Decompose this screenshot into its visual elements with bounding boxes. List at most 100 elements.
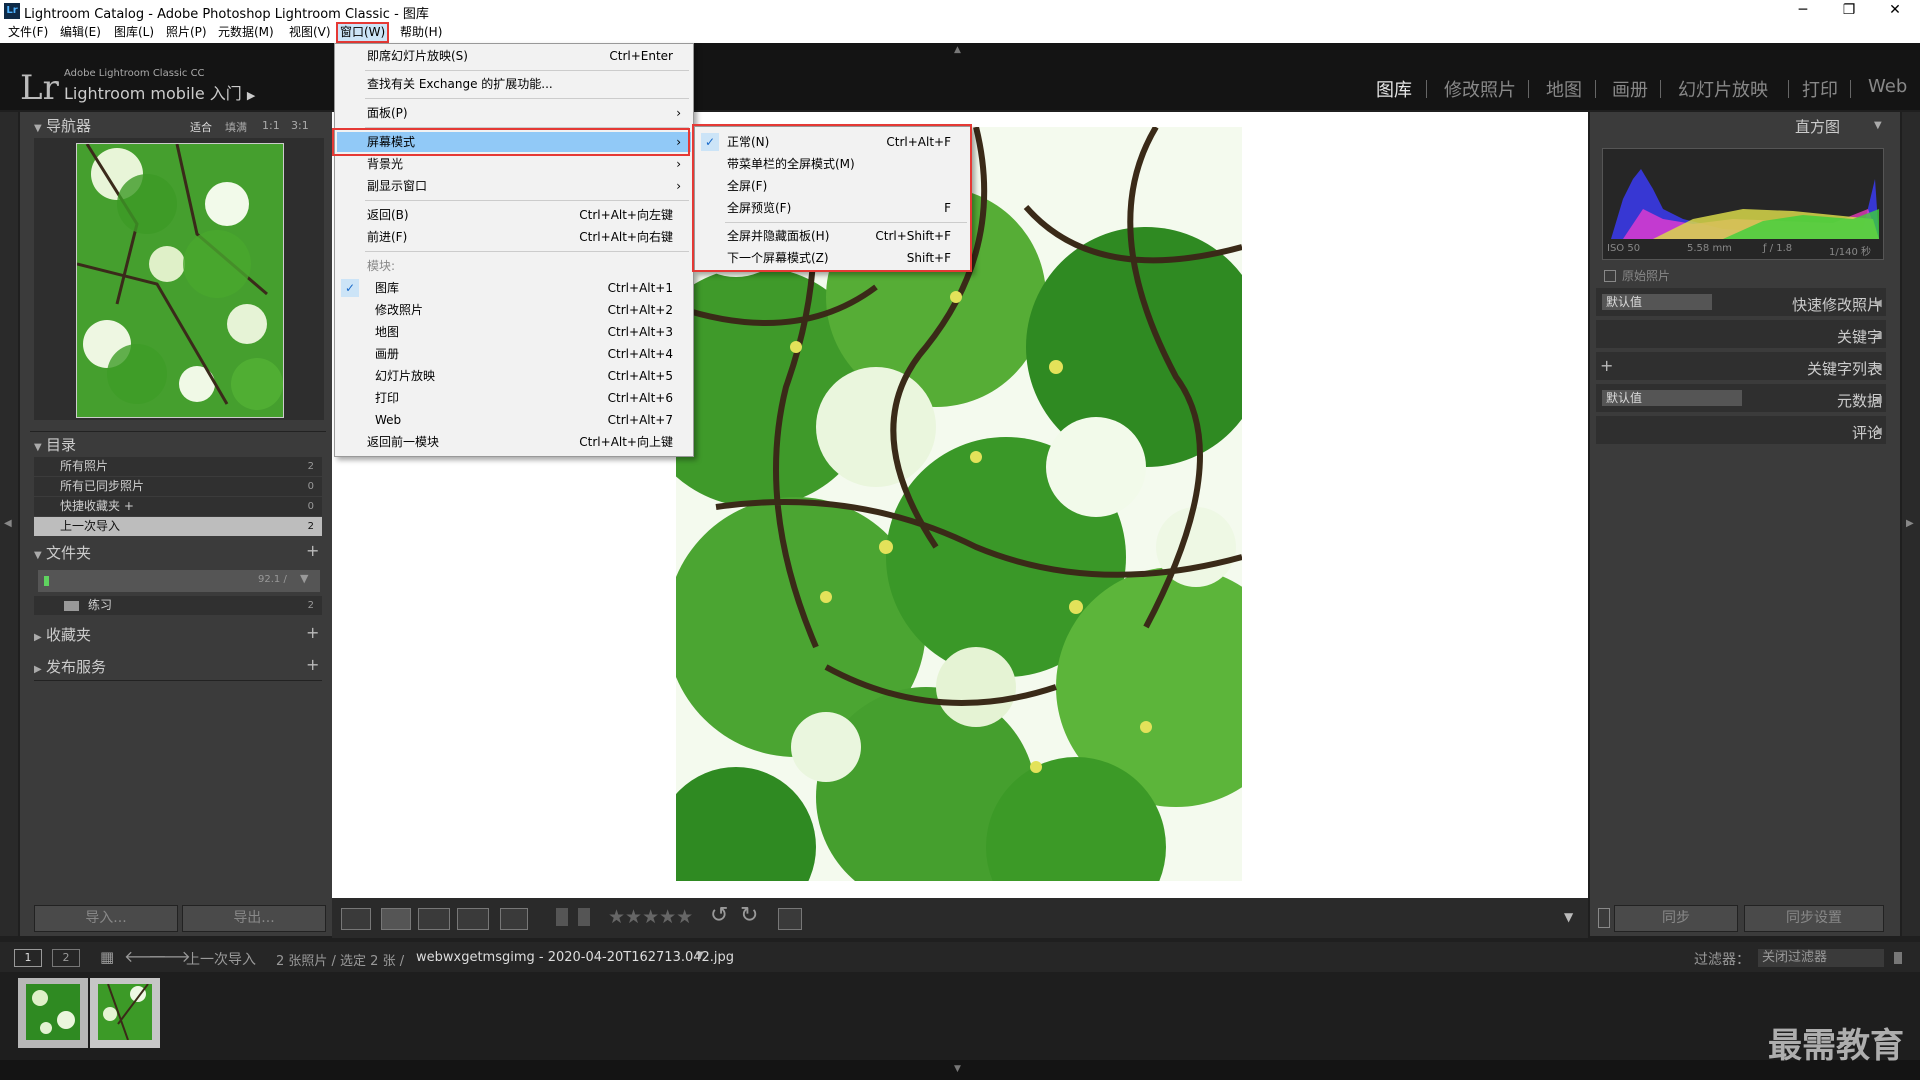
filmstrip-source[interactable]: 上一次导入 (186, 949, 256, 969)
keyword-list-toggle-icon[interactable]: ◀ (1874, 362, 1882, 373)
add-publish-icon[interactable]: + (306, 655, 319, 674)
menu-library[interactable]: 图库(L) (112, 24, 156, 41)
sync-button[interactable]: 同步 (1614, 905, 1738, 932)
menu-item-lights-out[interactable]: 背景光 › (337, 154, 691, 174)
menu-item-module-develop[interactable]: 修改照片 Ctrl+Alt+2 (337, 300, 691, 320)
catalog-row-previous-import[interactable]: 上一次导入 2 (34, 517, 322, 536)
menu-item-module-print[interactable]: 打印 Ctrl+Alt+6 (337, 388, 691, 408)
keyword-list-title[interactable]: 关键字列表 (1807, 358, 1882, 379)
quick-develop-toggle-icon[interactable]: ◀ (1874, 298, 1882, 309)
menu-file[interactable]: 文件(F) (6, 24, 50, 41)
keywording-toggle-icon[interactable]: ◀ (1874, 330, 1882, 341)
grid-icon[interactable]: ▦ (100, 948, 114, 966)
add-folder-icon[interactable]: + (306, 541, 319, 560)
metadata-toggle-icon[interactable]: ◀ (1874, 394, 1882, 405)
minimize-button[interactable]: ─ (1780, 0, 1826, 22)
module-print[interactable]: 打印 (1802, 76, 1838, 102)
nav-fill[interactable]: 填满 (225, 119, 247, 135)
module-slideshow[interactable]: 幻灯片放映 (1678, 76, 1768, 102)
people-view-icon[interactable] (500, 908, 528, 930)
import-button[interactable]: 导入... (34, 905, 178, 932)
sync-settings-button[interactable]: 同步设置 (1744, 905, 1884, 932)
module-library[interactable]: 图库 (1376, 76, 1412, 102)
flag-icon[interactable] (556, 908, 568, 926)
forward-arrow-icon[interactable]: 🡒 (148, 946, 191, 966)
histogram-graph[interactable]: ISO 50 5.58 mm ƒ / 1.8 1/140 秒 (1602, 148, 1884, 260)
metadata-preset[interactable]: 默认值 (1602, 390, 1742, 406)
module-develop[interactable]: 修改照片 (1444, 76, 1516, 102)
catalog-row-synced[interactable]: 所有已同步照片 0 (34, 477, 322, 496)
filmstrip-filename[interactable]: webwxgetmsgimg - 2020-04-20T162713.042.j… (416, 950, 734, 965)
menu-item-impromptu-slideshow[interactable]: 即席幻灯片放映(S) Ctrl+Enter (337, 46, 691, 66)
folders-header[interactable]: ▼ 文件夹 (34, 542, 91, 564)
navigator-preview[interactable] (76, 143, 284, 418)
grid-view-icon[interactable] (341, 908, 371, 930)
folder-row-practice[interactable]: 练习 2 (34, 596, 322, 615)
filter-lock-icon[interactable] (1894, 952, 1902, 964)
filter-dropdown[interactable]: 关闭过滤器 (1758, 949, 1884, 967)
menu-item-exchange[interactable]: 查找有关 Exchange 的扩展功能... (337, 74, 691, 94)
sync-toggle-switch[interactable] (1598, 908, 1610, 928)
menu-item-module-library[interactable]: ✓ 图库 Ctrl+Alt+1 (337, 278, 691, 298)
catalog-header[interactable]: ▼ 目录 (34, 434, 76, 456)
menu-photo[interactable]: 照片(P) (164, 24, 209, 41)
module-map[interactable]: 地图 (1546, 76, 1582, 102)
menu-edit[interactable]: 编辑(E) (58, 24, 103, 41)
reject-flag-icon[interactable] (578, 908, 590, 926)
nav-fit[interactable]: 适合 (190, 119, 212, 135)
catalog-row-all-photos[interactable]: 所有照片 2 (34, 457, 322, 476)
filename-menu-icon[interactable]: ▼ (696, 950, 704, 961)
add-collection-icon[interactable]: + (306, 623, 319, 642)
navigator-header[interactable]: ▼ 导航器 (34, 115, 91, 137)
filmstrip-thumb-1[interactable] (18, 978, 88, 1048)
collapse-top-icon[interactable]: ▲ (954, 45, 961, 55)
collections-header[interactable]: ▶ 收藏夹 (34, 624, 91, 646)
filmstrip-thumb-2[interactable] (90, 978, 160, 1048)
volume-menu-icon[interactable]: ▼ (300, 572, 308, 585)
comments-toggle-icon[interactable]: ◀ (1874, 426, 1882, 437)
menu-item-module-slideshow[interactable]: 幻灯片放映 Ctrl+Alt+5 (337, 366, 691, 386)
collapse-bottom-icon[interactable]: ▼ (954, 1064, 961, 1074)
mobile-link[interactable]: Lightroom mobile 入门 ▶ (64, 80, 255, 104)
star-rating[interactable]: ★★★★★ (608, 906, 693, 928)
original-photo-checkbox[interactable] (1604, 270, 1616, 282)
compare-view-icon[interactable] (418, 908, 450, 930)
rotate-right-icon[interactable]: ↻ (740, 903, 758, 928)
export-button[interactable]: 导出... (182, 905, 326, 932)
nav-3to1[interactable]: 3:1 (291, 119, 309, 132)
menu-item-forward[interactable]: 前进(F) Ctrl+Alt+向右键 (337, 227, 691, 247)
quick-develop-title[interactable]: 快速修改照片 (1792, 294, 1882, 315)
menu-item-module-web[interactable]: Web Ctrl+Alt+7 (337, 410, 691, 430)
collapse-left-icon[interactable]: ◀ (4, 518, 12, 529)
histogram-toggle-icon[interactable]: ▼ (1874, 120, 1882, 131)
volume-bar[interactable]: 92.1 / ▼ (38, 570, 320, 592)
publish-header[interactable]: ▶ 发布服务 (34, 656, 106, 678)
menu-item-module-book[interactable]: 画册 Ctrl+Alt+4 (337, 344, 691, 364)
menu-item-panels[interactable]: 面板(P) › (337, 103, 691, 123)
survey-view-icon[interactable] (457, 908, 489, 930)
close-button[interactable]: ✕ (1872, 0, 1918, 22)
menu-item-back[interactable]: 返回(B) Ctrl+Alt+向左键 (337, 205, 691, 225)
maximize-button[interactable]: ❐ (1826, 0, 1872, 22)
menu-window[interactable]: 窗口(W) (335, 22, 390, 43)
menu-item-module-map[interactable]: 地图 Ctrl+Alt+3 (337, 322, 691, 342)
nav-1to1[interactable]: 1:1 (262, 119, 280, 132)
collapse-right-icon[interactable]: ▶ (1906, 518, 1914, 529)
toolbar-menu-icon[interactable]: ▼ (1564, 910, 1573, 924)
histogram-title[interactable]: 直方图 (1795, 116, 1840, 137)
comments-row[interactable] (1596, 416, 1886, 444)
secondary-display-button[interactable]: 2 (52, 949, 80, 967)
module-book[interactable]: 画册 (1612, 76, 1648, 102)
catalog-row-quick-collection[interactable]: 快捷收藏夹 +0 (34, 497, 322, 516)
add-keyword-icon[interactable]: + (1600, 356, 1613, 375)
menu-item-secondary-display[interactable]: 副显示窗口 › (337, 176, 691, 196)
menu-help[interactable]: 帮助(H) (398, 24, 444, 41)
rotate-left-icon[interactable]: ↺ (710, 903, 728, 928)
primary-display-button[interactable]: 1 (14, 949, 42, 967)
module-web[interactable]: Web (1868, 76, 1907, 97)
crop-overlay-icon[interactable] (778, 908, 802, 930)
menu-metadata[interactable]: 元数据(M) (216, 24, 276, 41)
loupe-view-icon[interactable] (381, 908, 411, 930)
quick-develop-preset[interactable]: 默认值 (1602, 294, 1712, 310)
menu-view[interactable]: 视图(V) (287, 24, 333, 41)
